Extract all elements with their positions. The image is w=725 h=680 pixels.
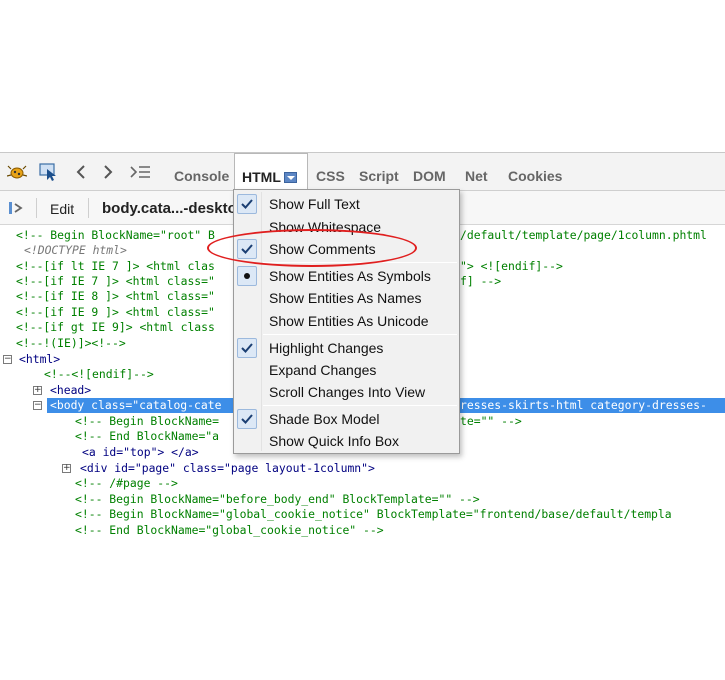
menu-item-label: Highlight Changes	[269, 340, 384, 356]
code-line[interactable]: <!-- Begin BlockName=	[75, 414, 219, 429]
menu-separator	[263, 405, 457, 406]
menu-item-highlight-changes[interactable]: Highlight Changes	[234, 337, 459, 359]
code-line[interactable]: <a id="top"> </a>	[82, 445, 199, 460]
selected-node-tail: resses-skirts-html category-dresses-	[460, 398, 707, 412]
tab-dom[interactable]: DOM	[411, 153, 448, 191]
code-line[interactable]: <!-- Begin BlockName="global_cookie_noti…	[75, 507, 672, 522]
code-line[interactable]: <!--[if IE 8 ]> <html class="	[16, 289, 215, 304]
code-line[interactable]: <!--[if IE 9 ]> <html class="	[16, 305, 215, 320]
code-line[interactable]: <!-- /#page -->	[75, 476, 178, 491]
menu-separator	[263, 334, 457, 335]
menu-item-entities-symbols[interactable]: Show Entities As Symbols	[234, 265, 459, 287]
breadcrumb[interactable]: body.cata...-deskto	[102, 191, 237, 225]
code-line[interactable]: <!DOCTYPE html>	[24, 243, 127, 258]
forward-icon[interactable]	[99, 162, 117, 182]
code-line[interactable]: <!-- Begin BlockName="before_body_end" B…	[75, 492, 480, 507]
expand-div-icon[interactable]: +	[62, 464, 71, 473]
menu-item-entities-unicode[interactable]: Show Entities As Unicode	[234, 310, 459, 332]
menu-item-label: Show Entities As Symbols	[269, 268, 431, 284]
tab-console[interactable]: Console	[172, 153, 231, 191]
code-line[interactable]: <html>	[19, 352, 60, 367]
menu-item-label: Shade Box Model	[269, 411, 380, 427]
code-line-tail: f] -->	[460, 274, 502, 288]
code-line[interactable]: <!-- Begin BlockName="root" B	[16, 228, 215, 243]
tab-html[interactable]: HTML	[234, 153, 308, 191]
main-toolbar: Console HTML CSS Script DOM Net Cookies	[0, 153, 725, 191]
code-line[interactable]: <!--!(IE)]><!-->	[16, 336, 126, 351]
code-line[interactable]: <!--<![endif]-->	[44, 367, 154, 382]
checkmark-icon	[237, 194, 257, 214]
code-line[interactable]: <!-- End BlockName="a	[75, 429, 219, 444]
code-line[interactable]: <!--[if IE 7 ]> <html class="	[16, 274, 215, 289]
menu-item-scroll-changes[interactable]: Scroll Changes Into View	[234, 381, 459, 403]
menu-item-label: Scroll Changes Into View	[269, 384, 426, 400]
toolbar-divider	[36, 198, 37, 218]
break-on-mutate-icon[interactable]	[6, 198, 26, 218]
menu-item-shade-box-model[interactable]: Shade Box Model	[234, 408, 459, 430]
tab-dropdown-icon[interactable]	[283, 171, 297, 183]
collapse-body-icon[interactable]: −	[33, 401, 42, 410]
menu-item-label: Show Entities As Unicode	[269, 313, 429, 329]
back-icon[interactable]	[72, 162, 90, 182]
firebug-icon[interactable]	[6, 162, 28, 182]
code-line[interactable]: <div id="page" class="page layout-1colum…	[80, 461, 375, 476]
command-line-icon[interactable]	[128, 162, 152, 182]
menu-item-label: Show Full Text	[269, 196, 360, 212]
inspect-icon[interactable]	[38, 162, 60, 182]
menu-item-expand-changes[interactable]: Expand Changes	[234, 359, 459, 381]
code-line-tail: "> <![endif]-->	[460, 259, 563, 273]
code-line[interactable]: <head>	[50, 383, 91, 398]
html-options-menu: Show Full Text Show Whitespace Show Comm…	[233, 189, 460, 454]
edit-button[interactable]: Edit	[50, 191, 74, 225]
selected-node-text: <body class="catalog-cate	[50, 398, 222, 412]
radio-dot-icon	[237, 266, 257, 286]
tab-html-label: HTML	[242, 169, 281, 185]
menu-item-entities-names[interactable]: Show Entities As Names	[234, 287, 459, 309]
highlight-ellipse	[207, 229, 417, 267]
expand-head-icon[interactable]: +	[33, 386, 42, 395]
tab-css[interactable]: CSS	[314, 153, 347, 191]
code-line[interactable]: <!--[if lt IE 7 ]> <html clas	[16, 259, 215, 274]
menu-item-label: Expand Changes	[269, 362, 377, 378]
tab-script[interactable]: Script	[357, 153, 401, 191]
menu-item-label: Show Quick Info Box	[269, 433, 399, 449]
menu-item-quick-info-box[interactable]: Show Quick Info Box	[234, 430, 459, 452]
code-line-tail: /default/template/page/1column.phtml	[460, 228, 707, 242]
code-line[interactable]: <!--[if gt IE 9]> <html class	[16, 320, 215, 335]
collapse-html-icon[interactable]: −	[3, 355, 12, 364]
toolbar-divider	[88, 198, 89, 218]
code-line[interactable]: <!-- End BlockName="global_cookie_notice…	[75, 523, 384, 538]
tab-cookies[interactable]: Cookies	[506, 153, 564, 191]
checkmark-icon	[237, 409, 257, 429]
code-line-tail: te="" -->	[460, 414, 522, 428]
menu-item-label: Show Entities As Names	[269, 290, 422, 306]
tab-net[interactable]: Net	[463, 153, 490, 191]
menu-item-show-full-text[interactable]: Show Full Text	[234, 193, 459, 215]
checkmark-icon	[237, 338, 257, 358]
